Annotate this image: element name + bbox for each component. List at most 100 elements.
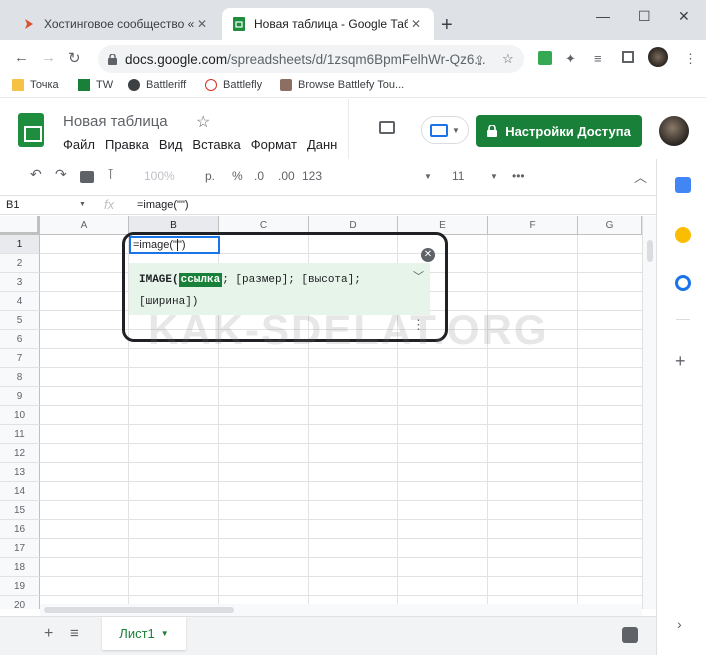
extensions-puzzle-icon[interactable]: ✦	[565, 51, 576, 67]
new-tab-button[interactable]: +	[441, 15, 453, 35]
row-header-15[interactable]: 15	[0, 501, 40, 520]
present-button[interactable]: ▼	[421, 116, 469, 144]
share-page-icon[interactable]: ⇪	[474, 53, 485, 69]
font-size-dropdown-icon[interactable]: ▼	[490, 172, 498, 181]
forward-icon[interactable]: →	[41, 49, 56, 66]
row-header-3[interactable]: 3	[0, 273, 40, 292]
menu-format[interactable]: Формат	[251, 137, 297, 152]
row-header-11[interactable]: 11	[0, 425, 40, 444]
bookmark-label: Battleriff	[146, 79, 187, 91]
row-header-10[interactable]: 10	[0, 406, 40, 425]
collapse-menus-icon[interactable]: ︿	[634, 167, 647, 186]
formula-input[interactable]: =image("")	[137, 199, 189, 211]
row-header-12[interactable]: 12	[0, 444, 40, 463]
explore-icon[interactable]	[622, 627, 638, 643]
horizontal-scrollbar[interactable]	[40, 604, 642, 616]
name-box[interactable]: B1	[6, 199, 19, 211]
add-sheet-button[interactable]: +	[44, 625, 53, 643]
bookmark-battleriff[interactable]: Battleriff	[128, 79, 186, 91]
menu-edit[interactable]: Правка	[105, 137, 149, 152]
select-all-corner[interactable]	[0, 216, 40, 235]
close-tab-icon[interactable]: ✕	[194, 17, 210, 31]
chrome-menu-icon[interactable]: ⋮	[684, 51, 697, 67]
doc-title[interactable]: Новая таблица	[63, 113, 168, 130]
close-help-icon[interactable]: ✕	[421, 248, 435, 262]
tasks-icon[interactable]	[675, 275, 691, 291]
undo-icon[interactable]: ↶	[30, 166, 42, 183]
row-header-6[interactable]: 6	[0, 330, 40, 349]
menu-file[interactable]: Файл	[63, 137, 95, 152]
close-tab-icon[interactable]: ✕	[408, 17, 424, 31]
row-header-7[interactable]: 7	[0, 349, 40, 368]
row-header-13[interactable]: 13	[0, 463, 40, 482]
account-avatar[interactable]	[659, 116, 689, 146]
expand-panel-icon[interactable]: ›	[677, 616, 682, 632]
bookmark-tw[interactable]: TW	[78, 79, 113, 91]
add-on-plus-icon[interactable]: +	[675, 351, 686, 372]
row-header-9[interactable]: 9	[0, 387, 40, 406]
scroll-thumb[interactable]	[647, 240, 653, 262]
row-header-14[interactable]: 14	[0, 482, 40, 501]
menu-view[interactable]: Вид	[159, 137, 183, 152]
profile-avatar[interactable]	[648, 47, 668, 67]
print-icon[interactable]	[80, 171, 94, 183]
help-current-arg: ссылка	[178, 273, 223, 287]
increase-decimal-button[interactable]: .00	[278, 169, 295, 183]
star-icon[interactable]: ☆	[196, 112, 210, 132]
bookmark-battlefly[interactable]: Battlefly	[205, 79, 262, 91]
keep-icon[interactable]	[675, 227, 691, 243]
sheet-tab-list1[interactable]: Лист1 ▼	[102, 617, 186, 650]
vertical-scrollbar[interactable]	[642, 216, 656, 609]
zoom-select[interactable]: 100%	[144, 169, 175, 183]
lock-icon	[108, 53, 117, 65]
scroll-thumb[interactable]	[44, 607, 234, 613]
redo-icon[interactable]: ↷	[55, 166, 67, 183]
comment-history-icon[interactable]	[379, 121, 395, 134]
row-header-1[interactable]: 1	[0, 235, 40, 254]
row-header-19[interactable]: 19	[0, 577, 40, 596]
media-control-icon[interactable]: ≡	[594, 51, 602, 66]
percent-button[interactable]: %	[232, 169, 243, 183]
fx-icon: fx	[104, 197, 115, 212]
row-header-4[interactable]: 4	[0, 292, 40, 311]
side-panel-icon[interactable]	[622, 51, 634, 63]
column-header-f[interactable]: F	[488, 216, 578, 235]
decrease-decimal-button[interactable]: .0	[254, 169, 264, 183]
all-sheets-icon[interactable]: ≡	[70, 625, 79, 642]
minimize-button[interactable]: —	[596, 8, 610, 24]
row-header-2[interactable]: 2	[0, 254, 40, 273]
back-icon[interactable]: ←	[14, 49, 29, 66]
menu-data[interactable]: Данн	[307, 137, 337, 152]
menu-insert[interactable]: Вставка	[192, 137, 240, 152]
bookmark-star-icon[interactable]: ☆	[502, 51, 514, 67]
more-tools-button[interactable]: •••	[512, 169, 525, 183]
bookmark-battlefy[interactable]: Browse Battlefy Tou...	[280, 79, 404, 91]
share-label: Настройки Доступа	[505, 123, 631, 139]
font-dropdown-icon[interactable]: ▼	[424, 172, 432, 181]
row-header-20[interactable]: 20	[0, 596, 40, 609]
close-window-button[interactable]: ✕	[678, 8, 690, 25]
row-header-18[interactable]: 18	[0, 558, 40, 577]
name-box-dropdown-icon[interactable]: ▼	[79, 201, 86, 208]
extension-music-icon[interactable]	[538, 51, 552, 65]
more-formats-button[interactable]: 123	[302, 169, 322, 183]
column-header-g[interactable]: G	[578, 216, 642, 235]
row-header-8[interactable]: 8	[0, 368, 40, 387]
currency-button[interactable]: р.	[205, 169, 215, 183]
share-button[interactable]: Настройки Доступа	[476, 115, 642, 147]
sheets-logo-icon[interactable]	[18, 113, 44, 147]
address-bar[interactable]: docs.google.com/spreadsheets/d/1zsqm6Bpm…	[98, 45, 524, 73]
tab-sheets[interactable]: Новая таблица - Google Таблиц ✕	[222, 8, 434, 40]
expand-help-icon[interactable]: ﹀	[413, 268, 424, 284]
row-header-16[interactable]: 16	[0, 520, 40, 539]
calendar-icon[interactable]	[675, 177, 691, 193]
tab-hosting[interactable]: Хостинговое сообщество «Time ✕	[12, 8, 220, 40]
maximize-button[interactable]: ☐	[638, 8, 651, 25]
paint-format-icon[interactable]: ⊺	[107, 166, 114, 183]
bookmark-tochka[interactable]: Точка	[12, 79, 59, 91]
reload-icon[interactable]: ↻	[68, 49, 81, 67]
row-header-5[interactable]: 5	[0, 311, 40, 330]
column-header-a[interactable]: A	[40, 216, 129, 235]
font-size-select[interactable]: 11	[452, 169, 464, 183]
row-header-17[interactable]: 17	[0, 539, 40, 558]
